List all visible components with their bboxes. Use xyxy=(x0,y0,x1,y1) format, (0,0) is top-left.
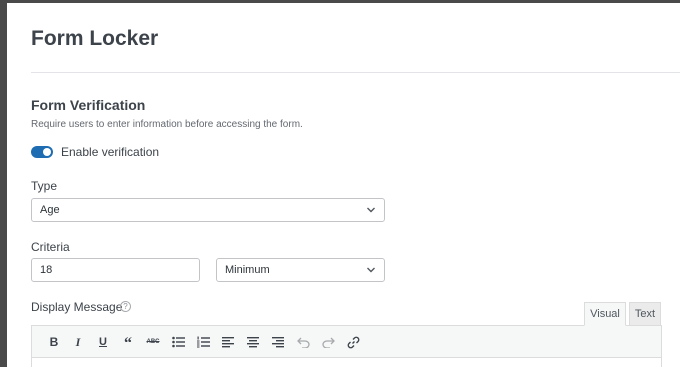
type-select[interactable]: Age xyxy=(31,198,385,222)
chevron-down-icon xyxy=(367,267,375,273)
section-description: Require users to enter information befor… xyxy=(31,119,303,130)
help-icon[interactable]: ? xyxy=(120,301,131,312)
enable-verification-label: Enable verification xyxy=(61,145,160,159)
criteria-comparison-value: Minimum xyxy=(225,264,270,276)
title-divider xyxy=(31,72,680,73)
tab-visual[interactable]: Visual xyxy=(584,302,626,326)
display-message-label: Display Message xyxy=(31,300,123,314)
strikethrough-icon[interactable]: ABC xyxy=(145,334,161,350)
message-editor-body[interactable] xyxy=(31,357,662,367)
bulleted-list-icon[interactable] xyxy=(170,334,186,350)
section-title: Form Verification xyxy=(31,97,146,113)
type-label: Type xyxy=(31,179,58,193)
align-right-icon[interactable] xyxy=(270,334,286,350)
toggle-knob xyxy=(43,148,51,156)
enable-verification-toggle[interactable] xyxy=(31,146,53,158)
page-title: Form Locker xyxy=(31,27,159,50)
numbered-list-icon[interactable] xyxy=(195,334,211,350)
type-select-value: Age xyxy=(40,204,60,216)
editor-toolbar: B I U “ ABC xyxy=(31,325,662,358)
tab-text[interactable]: Text xyxy=(629,302,661,326)
blockquote-icon[interactable]: “ xyxy=(120,334,136,352)
align-center-icon[interactable] xyxy=(245,334,261,350)
redo-icon[interactable] xyxy=(320,334,336,350)
align-left-icon[interactable] xyxy=(220,334,236,350)
form-locker-panel: Form Locker Form Verification Require us… xyxy=(7,3,680,367)
italic-icon[interactable]: I xyxy=(70,334,86,350)
underline-icon[interactable]: U xyxy=(95,334,111,350)
undo-icon[interactable] xyxy=(295,334,311,350)
criteria-label: Criteria xyxy=(31,240,70,254)
criteria-comparison-select[interactable]: Minimum xyxy=(216,258,385,282)
criteria-value-input[interactable] xyxy=(31,258,200,282)
chevron-down-icon xyxy=(367,207,375,213)
link-icon[interactable] xyxy=(345,334,361,350)
bold-icon[interactable]: B xyxy=(46,334,62,350)
